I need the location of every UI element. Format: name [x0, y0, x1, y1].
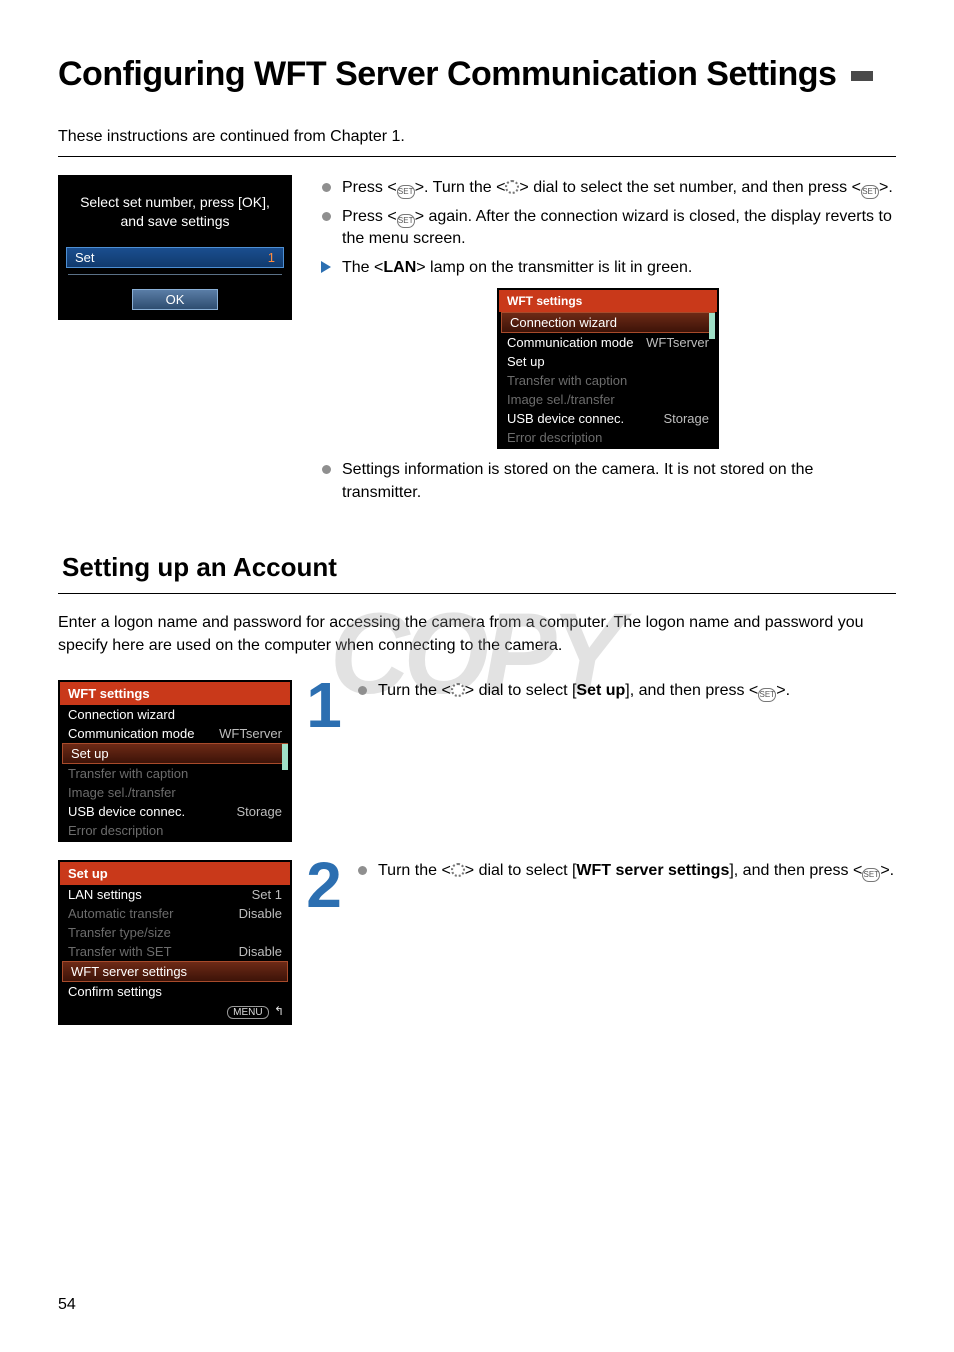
- menu-header: WFT settings: [499, 290, 717, 312]
- bullet-press-again: Press <SET> again. After the connection …: [320, 206, 896, 251]
- bullet-storage-info: Settings information is stored on the ca…: [320, 459, 896, 504]
- menu-item[interactable]: Transfer type/size: [60, 923, 290, 942]
- menu-body: Connection wizard Communication mode WFTse…: [499, 312, 717, 447]
- section-title: Setting up an Account: [62, 552, 896, 583]
- step2-instruction: Turn the <> dial to select [WFT server s…: [356, 860, 896, 883]
- menu-item[interactable]: Image sel./transfer: [60, 783, 290, 802]
- menu-item-value: Disable: [239, 944, 282, 959]
- setup-menu-step2: Set up LAN settings Set 1 Automatic transf…: [58, 860, 292, 1025]
- menu-item-label: Connection wizard: [68, 707, 175, 722]
- menu-item[interactable]: Communication mode WFTserver: [60, 724, 290, 743]
- bullet-lan-lamp: The <LAN> lamp on the transmitter is lit…: [320, 257, 896, 280]
- menu-item[interactable]: Connection wizard: [501, 312, 715, 333]
- top-instructions: Press <SET>. Turn the <> dial to select …: [320, 175, 896, 510]
- menu-item[interactable]: Transfer with SET Disable: [60, 942, 290, 961]
- menu-item-label: Transfer type/size: [68, 925, 171, 940]
- menu-item-label: Error description: [507, 430, 602, 445]
- menu-item[interactable]: Error description: [60, 821, 290, 840]
- menu-item-value: Set 1: [252, 887, 282, 902]
- scroll-indicator: [282, 744, 288, 770]
- menu-item-value: Storage: [663, 411, 709, 426]
- menu-item-label: USB device connec.: [68, 804, 185, 819]
- menu-item-label: USB device connec.: [507, 411, 624, 426]
- menu-item-label: Set up: [71, 746, 109, 761]
- intro-text: These instructions are continued from Ch…: [58, 128, 896, 146]
- menu-item-value: WFTserver: [646, 335, 709, 350]
- menu-item[interactable]: LAN settings Set 1: [60, 885, 290, 904]
- step1-instruction: Turn the <> dial to select [Set up], and…: [356, 680, 896, 703]
- set-icon: SET: [397, 185, 415, 199]
- menu-back-button[interactable]: MENU ↰: [60, 1001, 290, 1023]
- set-number-menu: Select set number, press [OK], and save …: [58, 175, 292, 320]
- menu-item-label: Transfer with caption: [68, 766, 188, 781]
- step-1: WFT settings Connection wizard Communicat…: [58, 680, 896, 842]
- dial-icon: [505, 180, 519, 194]
- menu-item[interactable]: Confirm settings: [60, 982, 290, 1001]
- menu-header: Set up: [60, 862, 290, 885]
- page-title: Configuring WFT Server Communication Set…: [58, 55, 896, 94]
- menu-item[interactable]: Transfer with caption: [499, 371, 717, 390]
- divider: [58, 156, 896, 157]
- menu-item-label: Set up: [507, 354, 545, 369]
- title-end-block: [851, 71, 873, 81]
- menu-item-label: Image sel./transfer: [68, 785, 176, 800]
- menu-item-value: Disable: [239, 906, 282, 921]
- set-icon: SET: [758, 688, 776, 702]
- set-value: 1: [268, 250, 275, 265]
- title-text: Configuring WFT Server Communication Set…: [58, 55, 836, 93]
- menu-item-label: Communication mode: [507, 335, 633, 350]
- step-number-2: 2: [302, 860, 346, 911]
- menu-item[interactable]: Automatic transfer Disable: [60, 904, 290, 923]
- section-divider: [58, 593, 896, 594]
- bullet-press-set: Press <SET>. Turn the <> dial to select …: [320, 177, 896, 200]
- menu-item-label: Transfer with SET: [68, 944, 172, 959]
- menu-item[interactable]: Image sel./transfer: [499, 390, 717, 409]
- page-number: 54: [58, 1296, 76, 1314]
- menu-item-value: Storage: [236, 804, 282, 819]
- menu-item-label: Communication mode: [68, 726, 194, 741]
- menu-item[interactable]: Communication mode WFTserver: [499, 333, 717, 352]
- set-icon: SET: [397, 214, 415, 228]
- step-2: Set up LAN settings Set 1 Automatic transf…: [58, 860, 896, 1025]
- menu-item[interactable]: USB device connec. Storage: [499, 409, 717, 428]
- menu-item-label: WFT server settings: [71, 964, 187, 979]
- dial-icon: [451, 683, 465, 697]
- menu-item-label: LAN settings: [68, 887, 142, 902]
- set-row[interactable]: Set 1: [66, 247, 284, 268]
- menu-item[interactable]: Set up: [62, 743, 288, 764]
- menu-item-label: Image sel./transfer: [507, 392, 615, 407]
- set-icon: SET: [861, 185, 879, 199]
- ok-button[interactable]: OK: [132, 289, 218, 310]
- set-number-instruction: Select set number, press [OK], and save …: [60, 177, 290, 245]
- menu-header: WFT settings: [60, 682, 290, 705]
- menu-item[interactable]: USB device connec. Storage: [60, 802, 290, 821]
- menu-item[interactable]: WFT server settings: [62, 961, 288, 982]
- top-block: Select set number, press [OK], and save …: [58, 175, 896, 510]
- menu-item-label: Automatic transfer: [68, 906, 174, 921]
- menu-item[interactable]: Error description: [499, 428, 717, 447]
- set-label: Set: [75, 250, 95, 265]
- menu-item-label: Confirm settings: [68, 984, 162, 999]
- wft-settings-menu-inline: WFT settings Connection wizard Communicat…: [497, 288, 719, 449]
- menu-item-value: WFTserver: [219, 726, 282, 741]
- dial-icon: [451, 863, 465, 877]
- menu-item-label: Error description: [68, 823, 163, 838]
- menu-item-label: Connection wizard: [510, 315, 617, 330]
- set-icon: SET: [862, 868, 880, 882]
- menu-item[interactable]: Set up: [499, 352, 717, 371]
- scroll-indicator: [709, 313, 715, 339]
- step-number-1: 1: [302, 680, 346, 731]
- section-subtitle: Enter a logon name and password for acce…: [58, 612, 896, 657]
- menu-item[interactable]: Connection wizard: [60, 705, 290, 724]
- menu-item[interactable]: Transfer with caption: [60, 764, 290, 783]
- wft-settings-menu-step1: WFT settings Connection wizard Communicat…: [58, 680, 292, 842]
- menu-item-label: Transfer with caption: [507, 373, 627, 388]
